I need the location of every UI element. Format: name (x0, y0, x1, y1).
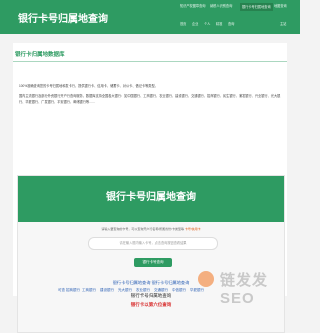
intro-text: 100%准确查询您的卡号归属地和发卡行，提供银行卡、信用卡、储蓄卡、对公卡、借记… (19, 83, 281, 109)
intro-paragraph: 100%准确查询您的卡号归属地和发卡行，提供银行卡、信用卡、储蓄卡、对公卡、借记… (19, 84, 158, 88)
section-title: 银行卡归属地数据库 (15, 52, 65, 58)
gear-icon (198, 271, 214, 287)
footer-link[interactable]: 可查 招商银行 (58, 288, 80, 293)
nav-item-main[interactable]: 主站 (280, 21, 286, 27)
nav-item-person[interactable]: 个人 (204, 21, 210, 27)
footer-link[interactable]: 工商银行 (82, 288, 96, 293)
nav-item-query[interactable]: 查询 (228, 21, 234, 27)
nav-item-tax[interactable]: 纳税人识别查询 (210, 3, 232, 9)
footer-link[interactable]: 交通银行 (154, 288, 168, 293)
site-title[interactable]: 银行卡号归属地查询 (18, 10, 108, 25)
nav-item-precise[interactable]: 精准 (216, 21, 222, 27)
nav-item-home[interactable]: 首页 (180, 21, 186, 27)
tool-header: 银行卡号归属地查询 (18, 176, 284, 222)
footer-link[interactable]: 建设银行 (100, 288, 114, 293)
query-button[interactable]: 银行卡号查询 (134, 258, 172, 267)
nav-item-bankcard[interactable]: 银行卡号归属地查询 (240, 3, 273, 11)
seo-watermark: 链发发SEO (196, 268, 300, 307)
intro-paragraph: 国内主流银行及部分外资银行开户行查询服务，数据库支持全国各大银行：如中国银行、工… (19, 94, 281, 104)
site-header: 银行卡号归属地查询 知识产权图章查询 纳税人识别查询 银行卡号归属地查询 地图查… (0, 0, 300, 34)
nav-item-company[interactable]: 企业 (192, 21, 198, 27)
section-divider (13, 61, 287, 62)
main-content: 银行卡归属地数据库 100%准确查询您的卡号归属地和发卡行，提供银行卡、信用卡、… (13, 43, 287, 333)
card-number-input[interactable]: 请在输入框内输入卡号，点击查询按钮查看结果 (88, 237, 218, 250)
footer-link[interactable]: 光大银行 (118, 288, 132, 293)
tool-subtitle-highlight: 卡号/信用卡 (184, 227, 201, 231)
tool-subtitle: 请输入要查询的卡号，可以查询开户行名称/所属省份/卡类型等 卡号/信用卡 (18, 227, 284, 231)
footer-link[interactable]: 农业银行 (136, 288, 150, 293)
footer-link[interactable]: 中信银行 (172, 288, 186, 293)
query-tool: 银行卡号归属地查询 请输入要查询的卡号，可以查询开户行名称/所属省份/卡类型等 … (17, 175, 285, 333)
nav-item-ip[interactable]: 知识产权图章查询 (180, 3, 206, 9)
tool-subtitle-text: 请输入要查询的卡号，可以查询开户行名称/所属省份/卡类型等 (101, 227, 184, 231)
nav-item-map[interactable]: 地图查询 (274, 3, 287, 9)
watermark-text: 链发发SEO (220, 272, 269, 307)
tool-title: 银行卡号归属地查询 (106, 192, 196, 203)
